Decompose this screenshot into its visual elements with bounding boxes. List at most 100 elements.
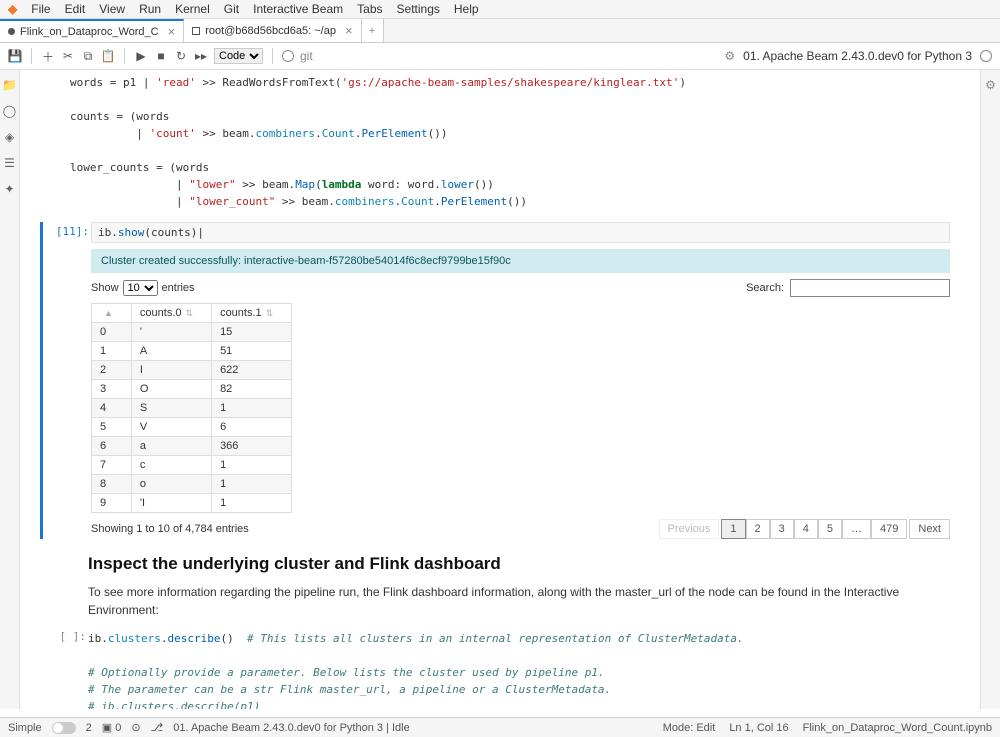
close-icon[interactable]: ×	[341, 23, 353, 38]
data-table: ▲counts.0⇅counts.1⇅ 0'151A512I6223O824S1…	[91, 303, 292, 513]
entries-select[interactable]: 10	[123, 280, 158, 296]
restart-icon[interactable]: ↻	[174, 49, 188, 63]
menu-file[interactable]: File	[31, 2, 50, 16]
cluster-success-alert: Cluster created successfully: interactiv…	[91, 249, 950, 273]
table-header[interactable]: counts.0⇅	[131, 304, 211, 323]
right-sidebar: ⚙	[980, 70, 1000, 709]
paste-icon[interactable]: 📋	[101, 49, 115, 63]
code-output-previous: words = p1 | 'read' >> ReadWordsFromText…	[40, 70, 980, 218]
branch-icon[interactable]: ⎇	[151, 721, 164, 734]
notebook-area: words = p1 | 'read' >> ReadWordsFromText…	[20, 70, 980, 709]
run-all-icon[interactable]: ▸▸	[194, 49, 208, 63]
page-button[interactable]: 3	[770, 519, 794, 539]
toc-icon[interactable]: ☰	[3, 156, 17, 170]
search-label: Search:	[746, 282, 784, 294]
tab-terminal[interactable]: root@b68d56bcd6a5: ~/ap ×	[184, 19, 361, 42]
git-label[interactable]: git	[300, 49, 313, 63]
table-row: 8o1	[92, 475, 292, 494]
git-icon[interactable]: ◈	[3, 130, 17, 144]
notebook-toolbar: 💾 ＋ ✂ ⧉ 📋 ▶ ■ ↻ ▸▸ Code git ⚙ 01. Apache…	[0, 43, 1000, 70]
kernel-name[interactable]: 01. Apache Beam 2.43.0.dev0 for Python 3	[743, 49, 972, 63]
table-row: 1A51	[92, 342, 292, 361]
tab-notebook[interactable]: Flink_on_Dataproc_Word_C ×	[0, 19, 184, 42]
simple-toggle[interactable]	[52, 722, 76, 734]
lsp-status-icon: ⊙	[131, 721, 140, 734]
run-icon[interactable]: ▶	[134, 49, 148, 63]
menu-view[interactable]: View	[99, 2, 125, 16]
table-row: 5V6	[92, 418, 292, 437]
add-cell-icon[interactable]: ＋	[41, 49, 55, 63]
terminal-icon	[192, 27, 200, 35]
file-name: Flink_on_Dataproc_Word_Count.ipynb	[803, 722, 992, 734]
tab-count: 2	[86, 722, 92, 734]
status-bar: Simple 2 ▣ 0 ⊙ ⎇ 01. Apache Beam 2.43.0.…	[0, 717, 1000, 737]
execution-count: [ ]:	[40, 630, 86, 643]
menu-git[interactable]: Git	[224, 2, 239, 16]
menu-kernel[interactable]: Kernel	[175, 2, 210, 16]
extensions-icon[interactable]: ✦	[3, 182, 17, 196]
menu-run[interactable]: Run	[139, 2, 161, 16]
cursor-position: Ln 1, Col 16	[729, 722, 788, 734]
running-icon[interactable]: ◯	[3, 104, 17, 118]
datatable-output: Show 10 entries Search: ▲counts.0⇅counts…	[91, 279, 950, 539]
simple-label: Simple	[8, 722, 42, 734]
menu-bar: ◆ File Edit View Run Kernel Git Interact…	[0, 0, 1000, 19]
settings-icon[interactable]: ⚙	[724, 49, 735, 63]
menu-settings[interactable]: Settings	[397, 2, 440, 16]
left-sidebar: 📁 ◯ ◈ ☰ ✦	[0, 70, 20, 709]
show-label: Show	[91, 282, 119, 294]
kernel-status: 01. Apache Beam 2.43.0.dev0 for Python 3…	[173, 722, 409, 734]
property-inspector-icon[interactable]: ⚙	[985, 78, 996, 92]
page-button[interactable]: 479	[871, 519, 907, 539]
code-editor[interactable]: ib.show(counts)|	[91, 222, 950, 243]
tab-label: root@b68d56bcd6a5: ~/ap	[205, 25, 336, 37]
table-row: 3O82	[92, 380, 292, 399]
close-icon[interactable]: ×	[164, 24, 176, 39]
section-text: To see more information regarding the pi…	[88, 583, 950, 619]
code-cell[interactable]: [11]: ⧉ ↑ ↓ ⬓ ⬒ 🗑 ib.show(counts)| Clust…	[40, 222, 980, 539]
copy-icon[interactable]: ⧉	[81, 49, 95, 63]
code-cell[interactable]: [ ]: ib.clusters.describe() # This lists…	[40, 627, 980, 709]
menu-edit[interactable]: Edit	[65, 2, 86, 16]
page-button[interactable]: 1	[721, 519, 745, 539]
tab-label: Flink_on_Dataproc_Word_C	[20, 26, 159, 38]
terminal-status-icon: ▣ 0	[102, 721, 122, 734]
page-button[interactable]: 2	[746, 519, 770, 539]
showing-info: Showing 1 to 10 of 4,784 entries	[91, 523, 249, 535]
mode-indicator: Mode: Edit	[663, 722, 716, 734]
menu-interactive-beam[interactable]: Interactive Beam	[253, 2, 343, 16]
stop-icon[interactable]: ■	[154, 49, 168, 63]
cut-icon[interactable]: ✂	[61, 49, 75, 63]
menu-tabs[interactable]: Tabs	[357, 2, 382, 16]
pagination: Previous 12345…479 Next	[659, 519, 950, 539]
new-tab-button[interactable]: +	[362, 19, 384, 42]
code-editor[interactable]: ib.clusters.describe() # This lists all …	[88, 627, 950, 709]
section-heading: Inspect the underlying cluster and Flink…	[88, 551, 950, 577]
markdown-cell: Inspect the underlying cluster and Flink…	[88, 551, 950, 619]
file-browser-icon[interactable]: 📁	[3, 78, 17, 92]
table-row: 4S1	[92, 399, 292, 418]
prev-button[interactable]: Previous	[659, 519, 720, 539]
page-button[interactable]: 5	[818, 519, 842, 539]
execution-count: [11]:	[43, 225, 89, 238]
table-row: 2I622	[92, 361, 292, 380]
table-row: 7c1	[92, 456, 292, 475]
page-button[interactable]: 4	[794, 519, 818, 539]
kernel-status-icon	[980, 50, 992, 62]
entries-label: entries	[162, 282, 195, 294]
table-row: 9'I1	[92, 494, 292, 513]
save-icon[interactable]: 💾	[8, 49, 22, 63]
jupyter-logo-icon: ◆	[8, 2, 17, 16]
next-button[interactable]: Next	[909, 519, 950, 539]
document-tabs: Flink_on_Dataproc_Word_C × root@b68d56bc…	[0, 19, 1000, 43]
table-row: 6a366	[92, 437, 292, 456]
table-row: 0'15	[92, 323, 292, 342]
menu-help[interactable]: Help	[454, 2, 479, 16]
search-input[interactable]	[790, 279, 950, 297]
table-header[interactable]: ▲	[92, 304, 132, 323]
page-button[interactable]: …	[842, 519, 871, 539]
table-header[interactable]: counts.1⇅	[212, 304, 292, 323]
progress-icon	[282, 50, 294, 62]
cell-type-select[interactable]: Code	[214, 48, 263, 64]
notebook-icon	[8, 28, 15, 35]
